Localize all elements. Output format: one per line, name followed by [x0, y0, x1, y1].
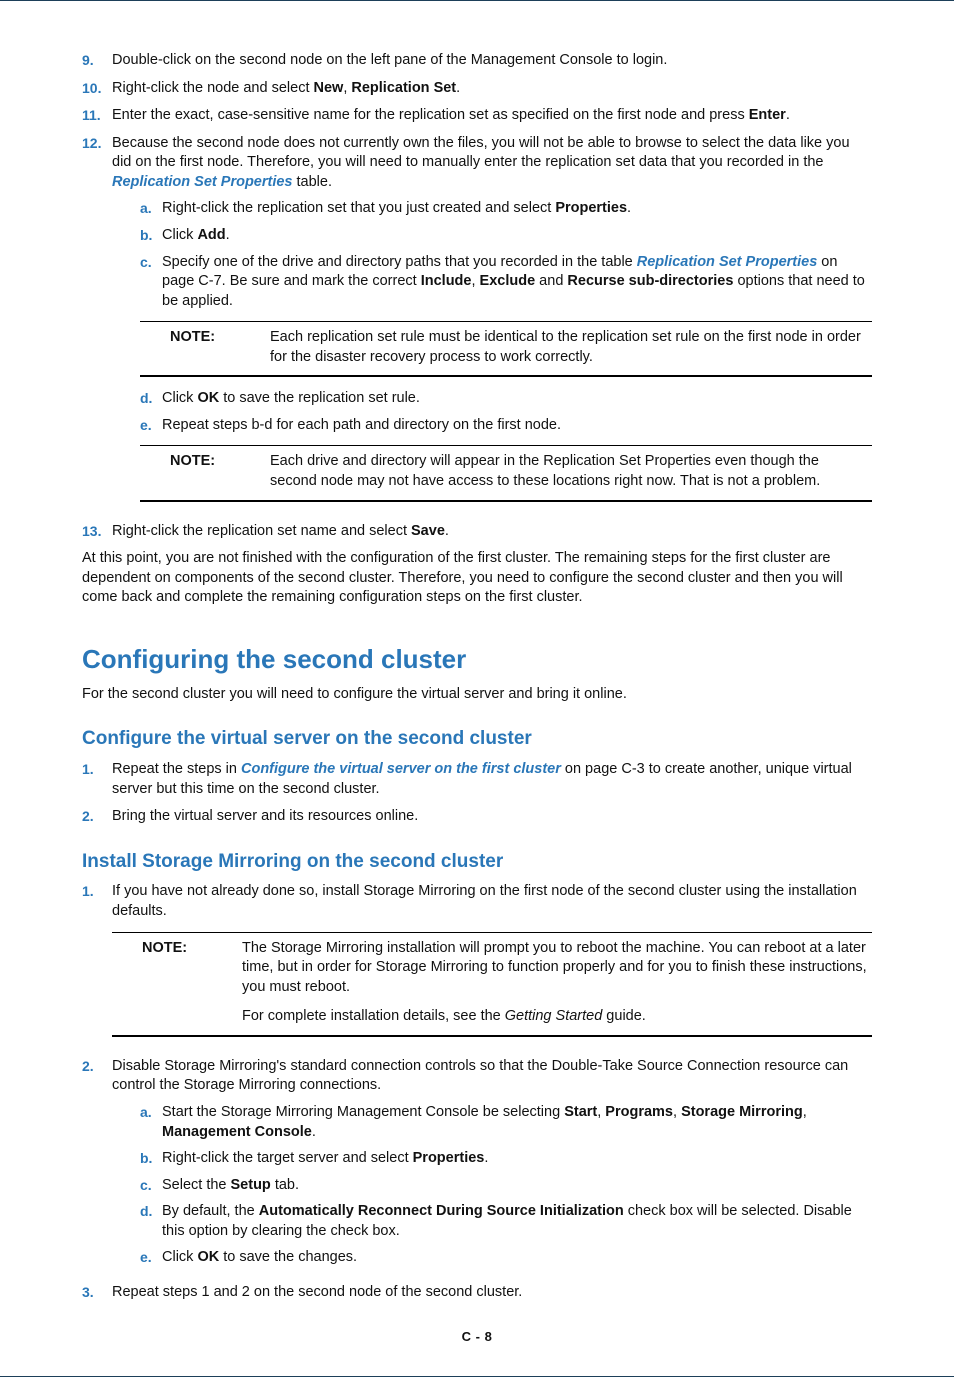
step-text: Double-click on the second node on the l…: [112, 51, 872, 71]
note-body: The Storage Mirroring installation will …: [242, 939, 868, 1027]
sub-steps: a. Right-click the replication set that …: [140, 199, 872, 311]
closing-paragraph: At this point, you are not finished with…: [82, 549, 872, 608]
step-1: 1. Repeat the steps in Configure the vir…: [82, 760, 872, 799]
step-11: 11. Enter the exact, case-sensitive name…: [82, 106, 872, 126]
step-number: 10.: [82, 79, 112, 99]
sub-steps-continued: d. Click OK to save the replication set …: [140, 389, 872, 435]
note-label: NOTE:: [116, 939, 242, 1027]
procedure-list: 1. Repeat the steps in Configure the vir…: [82, 760, 872, 827]
procedure-list: 9. Double-click on the second node on th…: [82, 51, 872, 541]
step-number: 3.: [82, 1283, 112, 1303]
document-page: 9. Double-click on the second node on th…: [0, 0, 954, 1377]
step-number: 13.: [82, 522, 112, 542]
step-2a: a. Start the Storage Mirroring Managemen…: [140, 1103, 872, 1142]
step-2: 2. Bring the virtual server and its reso…: [82, 807, 872, 827]
step-2: 2. Disable Storage Mirroring's standard …: [82, 1057, 872, 1275]
sub-step-letter: c.: [140, 1176, 162, 1196]
note-box: NOTE: Each replication set rule must be …: [140, 321, 872, 377]
link-configure-virtual-server-first[interactable]: Configure the virtual server on the firs…: [241, 761, 561, 777]
step-12a: a. Right-click the replication set that …: [140, 199, 872, 219]
step-12b: b. Click Add.: [140, 226, 872, 246]
step-text: Because the second node does not current…: [112, 134, 872, 514]
step-number: 11.: [82, 106, 112, 126]
step-3: 3. Repeat steps 1 and 2 on the second no…: [82, 1283, 872, 1303]
sub-step-letter: e.: [140, 1248, 162, 1268]
note-label: NOTE:: [144, 452, 270, 491]
step-12: 12. Because the second node does not cur…: [82, 134, 872, 514]
sub-steps: a. Start the Storage Mirroring Managemen…: [140, 1103, 872, 1268]
step-2c: c. Select the Setup tab.: [140, 1176, 872, 1196]
sub-step-letter: c.: [140, 253, 162, 312]
step-text: Enter the exact, case-sensitive name for…: [112, 106, 872, 126]
heading-configuring-second-cluster: Configuring the second cluster: [82, 642, 872, 677]
note-box: NOTE: Each drive and directory will appe…: [140, 445, 872, 501]
sub-step-letter: d.: [140, 389, 162, 409]
note-label: NOTE:: [144, 328, 270, 367]
step-12d: d. Click OK to save the replication set …: [140, 389, 872, 409]
step-2d: d. By default, the Automatically Reconne…: [140, 1202, 872, 1241]
note-body: Each drive and directory will appear in …: [270, 452, 868, 491]
step-text: Right-click the node and select New, Rep…: [112, 79, 872, 99]
step-13: 13. Right-click the replication set name…: [82, 522, 872, 542]
heading-install-storage-mirroring: Install Storage Mirroring on the second …: [82, 849, 872, 875]
step-12c: c. Specify one of the drive and director…: [140, 253, 872, 312]
step-2e: e. Click OK to save the changes.: [140, 1248, 872, 1268]
sub-step-letter: d.: [140, 1202, 162, 1241]
step-number: 12.: [82, 134, 112, 514]
sub-step-letter: a.: [140, 199, 162, 219]
step-2b: b. Right-click the target server and sel…: [140, 1149, 872, 1169]
note-body: Each replication set rule must be identi…: [270, 328, 868, 367]
step-12e: e. Repeat steps b-d for each path and di…: [140, 416, 872, 436]
page-footer: C - 8: [82, 1328, 872, 1346]
sub-step-letter: e.: [140, 416, 162, 436]
sub-step-letter: b.: [140, 226, 162, 246]
step-number: 1.: [82, 882, 112, 1048]
step-9: 9. Double-click on the second node on th…: [82, 51, 872, 71]
step-number: 2.: [82, 1057, 112, 1275]
heading-configure-virtual-server: Configure the virtual server on the seco…: [82, 726, 872, 752]
section-intro: For the second cluster you will need to …: [82, 685, 872, 705]
step-number: 1.: [82, 760, 112, 799]
step-text: Right-click the replication set name and…: [112, 522, 872, 542]
step-1: 1. If you have not already done so, inst…: [82, 882, 872, 1048]
note-box: NOTE: The Storage Mirroring installation…: [112, 932, 872, 1037]
step-10: 10. Right-click the node and select New,…: [82, 79, 872, 99]
step-number: 9.: [82, 51, 112, 71]
sub-step-letter: b.: [140, 1149, 162, 1169]
link-replication-set-properties[interactable]: Replication Set Properties: [112, 174, 293, 190]
step-number: 2.: [82, 807, 112, 827]
sub-step-letter: a.: [140, 1103, 162, 1142]
link-replication-set-properties[interactable]: Replication Set Properties: [637, 254, 818, 270]
procedure-list: 1. If you have not already done so, inst…: [82, 882, 872, 1302]
